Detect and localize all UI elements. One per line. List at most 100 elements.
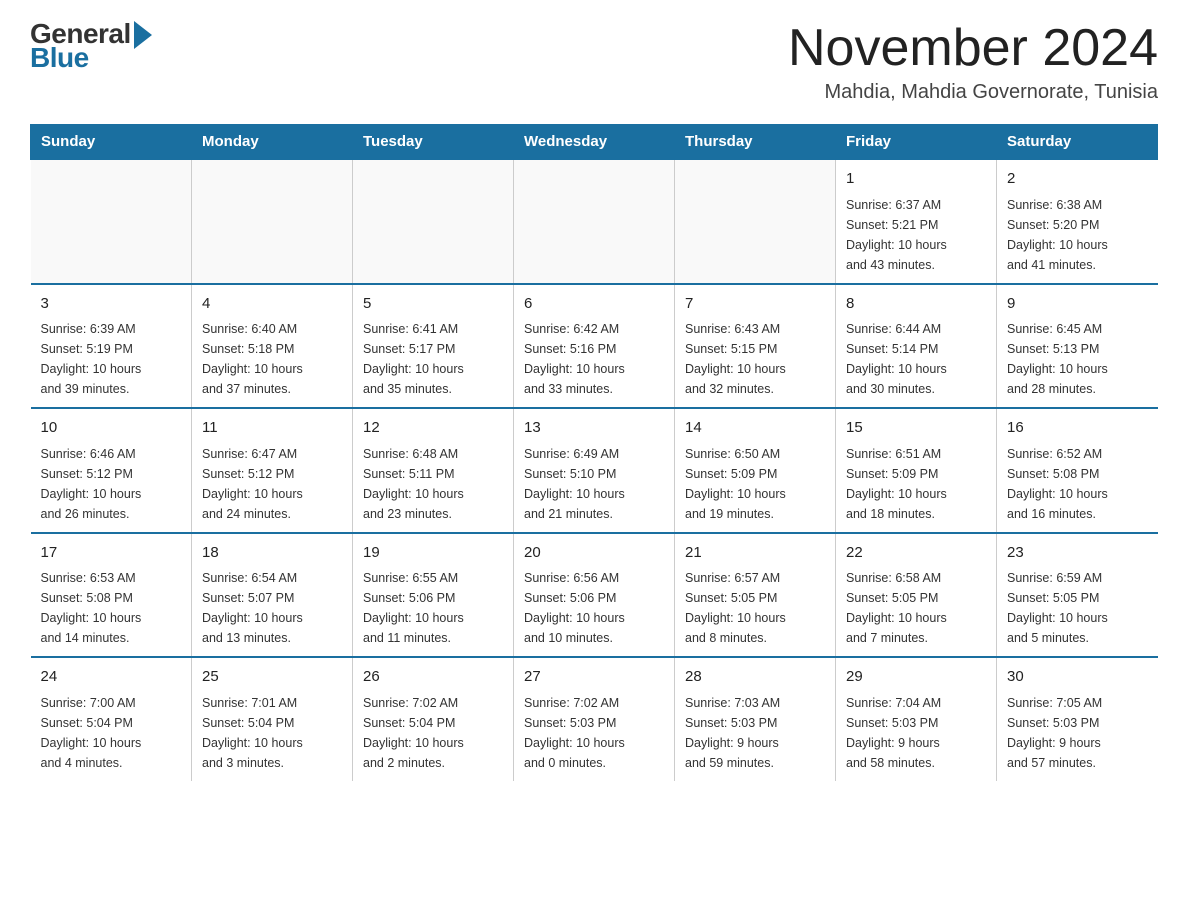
day-number: 1 — [846, 168, 986, 191]
day-number: 15 — [846, 417, 986, 440]
calendar-cell — [31, 159, 192, 284]
day-info: Sunrise: 6:48 AM Sunset: 5:11 PM Dayligh… — [363, 444, 503, 524]
day-info: Sunrise: 6:52 AM Sunset: 5:08 PM Dayligh… — [1007, 444, 1148, 524]
calendar-cell: 13 Sunrise: 6:49 AM Sunset: 5:10 PM Dayli… — [514, 408, 675, 533]
calendar-cell: 5 Sunrise: 6:41 AM Sunset: 5:17 PM Daylig… — [353, 284, 514, 409]
day-info: Sunrise: 7:02 AM Sunset: 5:04 PM Dayligh… — [363, 693, 503, 773]
calendar-cell: 23Sunrise: 6:59 AM Sunset: 5:05 PM Dayli… — [997, 533, 1158, 658]
weekday-header-row: SundayMondayTuesdayWednesdayThursdayFrid… — [31, 125, 1158, 160]
day-number: 22 — [846, 542, 986, 565]
day-info: Sunrise: 6:41 AM Sunset: 5:17 PM Dayligh… — [363, 319, 503, 399]
calendar-cell — [675, 159, 836, 284]
calendar-cell: 19 Sunrise: 6:55 AM Sunset: 5:06 PM Dayli… — [353, 533, 514, 658]
day-info: Sunrise: 6:42 AM Sunset: 5:16 PM Dayligh… — [524, 319, 664, 399]
calendar-cell: 27 Sunrise: 7:02 AM Sunset: 5:03 PM Dayli… — [514, 657, 675, 781]
day-number: 6 — [524, 293, 664, 316]
calendar-cell: 12 Sunrise: 6:48 AM Sunset: 5:11 PM Dayli… — [353, 408, 514, 533]
day-info: Sunrise: 6:58 AM Sunset: 5:05 PM Dayligh… — [846, 568, 986, 648]
day-number: 20 — [524, 542, 664, 565]
day-number: 28 — [685, 666, 825, 689]
calendar-cell: 21Sunrise: 6:57 AM Sunset: 5:05 PM Dayli… — [675, 533, 836, 658]
day-info: Sunrise: 7:01 AM Sunset: 5:04 PM Dayligh… — [202, 693, 342, 773]
day-info: Sunrise: 6:46 AM Sunset: 5:12 PM Dayligh… — [41, 444, 182, 524]
calendar-cell: 7Sunrise: 6:43 AM Sunset: 5:15 PM Daylig… — [675, 284, 836, 409]
day-number: 21 — [685, 542, 825, 565]
day-info: Sunrise: 7:05 AM Sunset: 5:03 PM Dayligh… — [1007, 693, 1148, 773]
day-number: 30 — [1007, 666, 1148, 689]
month-title: November 2024 — [788, 20, 1158, 77]
day-info: Sunrise: 6:51 AM Sunset: 5:09 PM Dayligh… — [846, 444, 986, 524]
day-number: 19 — [363, 542, 503, 565]
location-subtitle: Mahdia, Mahdia Governorate, Tunisia — [788, 81, 1158, 104]
day-number: 14 — [685, 417, 825, 440]
weekday-header-thursday: Thursday — [675, 125, 836, 160]
calendar-cell: 28 Sunrise: 7:03 AM Sunset: 5:03 PM Dayli… — [675, 657, 836, 781]
day-info: Sunrise: 7:03 AM Sunset: 5:03 PM Dayligh… — [685, 693, 825, 773]
calendar-table: SundayMondayTuesdayWednesdayThursdayFrid… — [30, 124, 1158, 781]
day-number: 8 — [846, 293, 986, 316]
calendar-cell: 29 Sunrise: 7:04 AM Sunset: 5:03 PM Dayli… — [836, 657, 997, 781]
day-number: 24 — [41, 666, 182, 689]
calendar-cell: 20 Sunrise: 6:56 AM Sunset: 5:06 PM Dayli… — [514, 533, 675, 658]
day-number: 25 — [202, 666, 342, 689]
day-info: Sunrise: 6:53 AM Sunset: 5:08 PM Dayligh… — [41, 568, 182, 648]
day-info: Sunrise: 6:47 AM Sunset: 5:12 PM Dayligh… — [202, 444, 342, 524]
day-info: Sunrise: 6:54 AM Sunset: 5:07 PM Dayligh… — [202, 568, 342, 648]
weekday-header-wednesday: Wednesday — [514, 125, 675, 160]
day-number: 2 — [1007, 168, 1148, 191]
day-number: 18 — [202, 542, 342, 565]
calendar-cell: 24 Sunrise: 7:00 AM Sunset: 5:04 PM Dayli… — [31, 657, 192, 781]
day-info: Sunrise: 6:50 AM Sunset: 5:09 PM Dayligh… — [685, 444, 825, 524]
logo-blue-text: Blue — [30, 44, 89, 72]
day-info: Sunrise: 6:37 AM Sunset: 5:21 PM Dayligh… — [846, 195, 986, 275]
calendar-cell: 4 Sunrise: 6:40 AM Sunset: 5:18 PM Daylig… — [192, 284, 353, 409]
calendar-week-row: 24 Sunrise: 7:00 AM Sunset: 5:04 PM Dayli… — [31, 657, 1158, 781]
weekday-header-sunday: Sunday — [31, 125, 192, 160]
calendar-cell: 10 Sunrise: 6:46 AM Sunset: 5:12 PM Dayli… — [31, 408, 192, 533]
calendar-cell — [353, 159, 514, 284]
weekday-header-monday: Monday — [192, 125, 353, 160]
day-info: Sunrise: 7:02 AM Sunset: 5:03 PM Dayligh… — [524, 693, 664, 773]
day-info: Sunrise: 6:38 AM Sunset: 5:20 PM Dayligh… — [1007, 195, 1148, 275]
day-number: 29 — [846, 666, 986, 689]
logo: General Blue — [30, 20, 152, 72]
calendar-cell: 15 Sunrise: 6:51 AM Sunset: 5:09 PM Dayli… — [836, 408, 997, 533]
day-number: 27 — [524, 666, 664, 689]
calendar-cell — [514, 159, 675, 284]
day-info: Sunrise: 7:04 AM Sunset: 5:03 PM Dayligh… — [846, 693, 986, 773]
calendar-cell: 2 Sunrise: 6:38 AM Sunset: 5:20 PM Daylig… — [997, 159, 1158, 284]
calendar-cell — [192, 159, 353, 284]
calendar-cell: 1 Sunrise: 6:37 AM Sunset: 5:21 PM Daylig… — [836, 159, 997, 284]
day-info: Sunrise: 6:49 AM Sunset: 5:10 PM Dayligh… — [524, 444, 664, 524]
day-number: 5 — [363, 293, 503, 316]
day-number: 10 — [41, 417, 182, 440]
day-number: 23 — [1007, 542, 1148, 565]
day-number: 11 — [202, 417, 342, 440]
calendar-cell: 14 Sunrise: 6:50 AM Sunset: 5:09 PM Dayli… — [675, 408, 836, 533]
day-info: Sunrise: 6:55 AM Sunset: 5:06 PM Dayligh… — [363, 568, 503, 648]
day-number: 4 — [202, 293, 342, 316]
day-number: 26 — [363, 666, 503, 689]
calendar-week-row: 3Sunrise: 6:39 AM Sunset: 5:19 PM Daylig… — [31, 284, 1158, 409]
day-info: Sunrise: 6:39 AM Sunset: 5:19 PM Dayligh… — [41, 319, 182, 399]
calendar-cell: 30 Sunrise: 7:05 AM Sunset: 5:03 PM Dayli… — [997, 657, 1158, 781]
calendar-cell: 16Sunrise: 6:52 AM Sunset: 5:08 PM Dayli… — [997, 408, 1158, 533]
day-info: Sunrise: 6:43 AM Sunset: 5:15 PM Dayligh… — [685, 319, 825, 399]
calendar-cell: 26 Sunrise: 7:02 AM Sunset: 5:04 PM Dayli… — [353, 657, 514, 781]
calendar-cell: 11 Sunrise: 6:47 AM Sunset: 5:12 PM Dayli… — [192, 408, 353, 533]
page-header: General Blue November 2024 Mahdia, Mahdi… — [30, 20, 1158, 104]
day-number: 13 — [524, 417, 664, 440]
title-section: November 2024 Mahdia, Mahdia Governorate… — [788, 20, 1158, 104]
calendar-week-row: 10 Sunrise: 6:46 AM Sunset: 5:12 PM Dayli… — [31, 408, 1158, 533]
day-info: Sunrise: 6:40 AM Sunset: 5:18 PM Dayligh… — [202, 319, 342, 399]
day-number: 9 — [1007, 293, 1148, 316]
calendar-week-row: 17 Sunrise: 6:53 AM Sunset: 5:08 PM Dayli… — [31, 533, 1158, 658]
day-number: 17 — [41, 542, 182, 565]
day-info: Sunrise: 6:56 AM Sunset: 5:06 PM Dayligh… — [524, 568, 664, 648]
calendar-cell: 25 Sunrise: 7:01 AM Sunset: 5:04 PM Dayli… — [192, 657, 353, 781]
calendar-cell: 8Sunrise: 6:44 AM Sunset: 5:14 PM Daylig… — [836, 284, 997, 409]
weekday-header-tuesday: Tuesday — [353, 125, 514, 160]
day-info: Sunrise: 7:00 AM Sunset: 5:04 PM Dayligh… — [41, 693, 182, 773]
day-number: 12 — [363, 417, 503, 440]
calendar-cell: 18 Sunrise: 6:54 AM Sunset: 5:07 PM Dayli… — [192, 533, 353, 658]
